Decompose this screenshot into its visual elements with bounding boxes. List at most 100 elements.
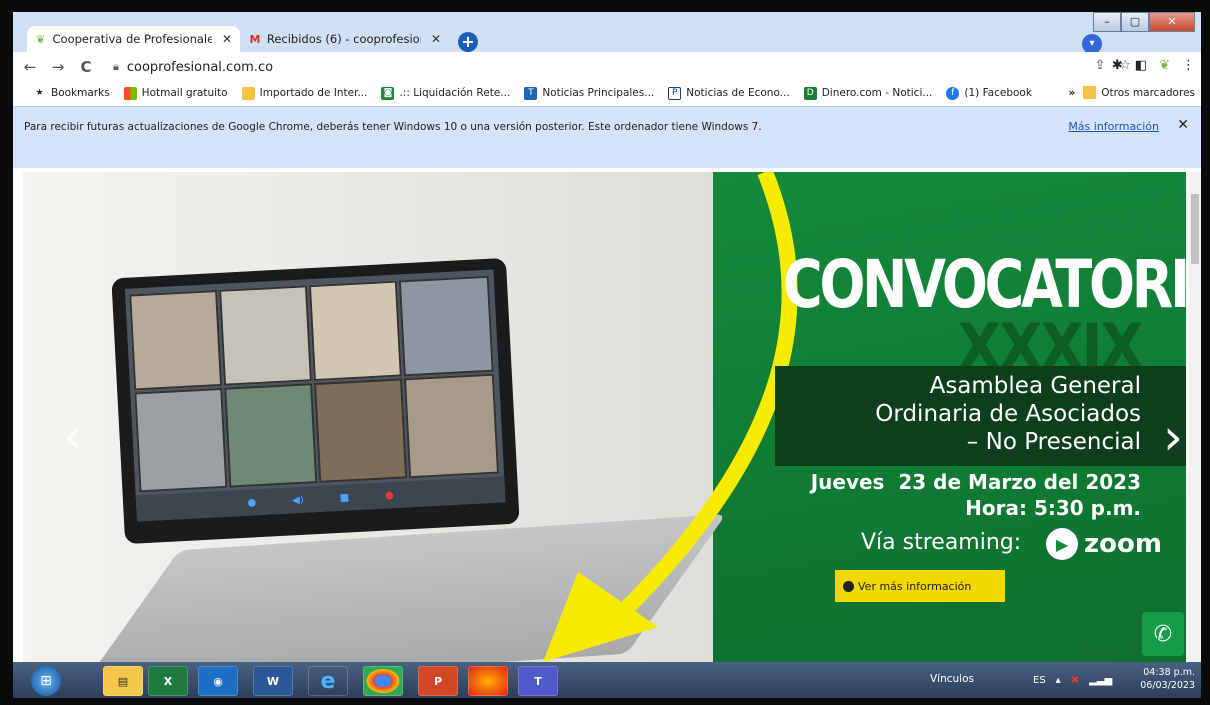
folder-icon <box>1083 86 1097 99</box>
window-controls: – ▢ ✕ <box>1093 12 1195 32</box>
signal-icon[interactable]: ▂▃▅ <box>1089 675 1112 686</box>
extensions-puzzle-icon[interactable]: ✱ <box>1112 58 1123 73</box>
bookmark-dinero[interactable]: D Dinero.com - Notici... <box>803 86 933 100</box>
network-warning-icon[interactable]: ✖ <box>1071 675 1079 686</box>
reload-icon[interactable]: C <box>75 58 97 76</box>
streaming-label: Vía streaming: <box>861 530 1022 555</box>
forward-icon[interactable]: → <box>47 58 69 76</box>
tab-gmail[interactable]: M Recibidos (6) - cooprofesional@ ✕ <box>241 26 449 52</box>
zoom-camera-icon: ▶ <box>1046 528 1078 560</box>
infobar-close-icon[interactable]: ✕ <box>1177 117 1189 133</box>
profile-icon[interactable]: ❦ <box>1159 58 1170 73</box>
p-icon: P <box>668 86 682 100</box>
close-tab-icon[interactable]: ✕ <box>431 32 441 46</box>
bookmark-label: Bookmarks <box>51 87 110 99</box>
page-scrollbar[interactable] <box>1189 172 1201 662</box>
bookmark-noticias-economia[interactable]: P Noticias de Econo... <box>668 86 790 100</box>
tab-strip: ❦ Cooperativa de Profesionales y Té ✕ M … <box>13 12 1201 54</box>
infobar-message: Para recibir futuras actualizaciones de … <box>24 121 762 133</box>
links-toolbar-label[interactable]: Vínculos <box>930 673 974 685</box>
maximize-button[interactable]: ▢ <box>1121 12 1149 32</box>
tab-label: Recibidos (6) - cooprofesional@ <box>266 32 421 46</box>
toolbar: ← → C 🔒︎ cooprofesional.com.co ⇪ ☆ ✱ ◧ ❦… <box>13 52 1201 82</box>
event-time: Hora: 5:30 p.m. <box>965 496 1141 520</box>
bookmark-label: Dinero.com - Notici... <box>821 87 933 99</box>
close-window-button[interactable]: ✕ <box>1149 12 1195 32</box>
back-icon[interactable]: ← <box>19 58 41 76</box>
word-icon[interactable]: W <box>253 666 293 696</box>
taskbar-clock[interactable]: 04:38 p.m. 06/03/2023 <box>1140 666 1195 692</box>
bookmarks-bar: ★ Bookmarks Hotmail gratuito Importado de… <box>13 82 1201 104</box>
tab-label: Cooperativa de Profesionales y Té <box>52 32 212 46</box>
zoom-logo: ▶ zoom <box>1046 528 1162 560</box>
event-date: Jueves 23 de Marzo del 2023 <box>810 470 1141 494</box>
tab-cooperativa[interactable]: ❦ Cooperativa de Profesionales y Té ✕ <box>27 26 240 52</box>
clock-date: 06/03/2023 <box>1140 680 1195 691</box>
whatsapp-icon[interactable]: ✆ <box>1142 612 1184 656</box>
firefox-icon[interactable] <box>468 666 508 696</box>
browser-window: ❦ Cooperativa de Profesionales y Té ✕ M … <box>13 12 1201 698</box>
carousel-prev-icon[interactable]: ‹ <box>63 407 83 465</box>
powerpoint-icon[interactable]: P <box>418 666 458 696</box>
zoom-wordmark: zoom <box>1084 529 1162 559</box>
other-bookmarks[interactable]: Otros marcadores <box>1101 87 1195 99</box>
screenshot-frame: ❦ Cooperativa de Profesionales y Té ✕ M … <box>0 0 1210 705</box>
gmail-favicon-icon: M <box>249 32 261 46</box>
carousel-next-icon[interactable]: › <box>1163 408 1183 466</box>
folder-icon <box>241 86 255 100</box>
update-infobar: Para recibir futuras actualizaciones de … <box>13 106 1201 168</box>
more-info-button-label: Ver más información <box>858 579 972 593</box>
minimize-button[interactable]: – <box>1093 12 1121 32</box>
bookmark-label: Noticias de Econo... <box>686 87 790 99</box>
bookmark-label: .:: Liquidación Rete... <box>399 87 511 99</box>
share-icon[interactable]: ⇪ <box>1094 58 1105 73</box>
subtitle-line: Asamblea General <box>929 373 1141 399</box>
bookmark-label: Noticias Principales... <box>542 87 655 99</box>
clock-time: 04:38 p.m. <box>1143 667 1195 678</box>
tray-expand-icon[interactable]: ▴ <box>1056 675 1061 686</box>
explorer-icon[interactable]: ▤ <box>103 666 143 696</box>
bookmarks-overflow-button[interactable]: » <box>1068 87 1075 99</box>
media-player-icon[interactable]: ◉ <box>198 666 238 696</box>
address-bar[interactable]: 🔒︎ cooprofesional.com.co <box>113 56 1131 78</box>
close-tab-icon[interactable]: ✕ <box>222 32 232 46</box>
bookmark-liquidacion[interactable]: ◙ .:: Liquidación Rete... <box>381 86 511 100</box>
scrollbar-thumb[interactable] <box>1191 194 1199 264</box>
system-tray: ES ▴ ✖ ▂▃▅ <box>1033 662 1112 698</box>
star-icon: ★ <box>35 88 44 98</box>
bookmark-noticias-principales[interactable]: T Noticias Principales... <box>524 86 655 100</box>
news-icon: T <box>524 86 538 100</box>
subtitle-line: Ordinaria de Asociados <box>875 401 1141 427</box>
more-info-button[interactable]: Ver más información <box>835 570 1005 602</box>
language-indicator[interactable]: ES <box>1033 675 1046 686</box>
new-tab-button[interactable]: + <box>458 32 478 52</box>
subtitle-line: – No Presencial <box>966 429 1141 455</box>
bookmarks-right: » Otros marcadores <box>1068 86 1195 99</box>
kebab-menu-icon[interactable]: ⋮ <box>1182 58 1195 73</box>
hero-carousel: ● ◀) ■ ● ‹ CONVOCATORIA XXXIX Asamblea G… <box>23 172 1186 662</box>
bookmark-label: Hotmail gratuito <box>141 87 228 99</box>
bookmark-hotmail[interactable]: Hotmail gratuito <box>123 86 228 100</box>
bookmark-importado[interactable]: Importado de Inter... <box>241 86 368 100</box>
chevron-down-icon[interactable]: ▾ <box>1082 34 1102 54</box>
chrome-icon[interactable] <box>363 666 403 696</box>
bookmark-label: (1) Facebook <box>964 87 1032 99</box>
d-icon: D <box>803 86 817 100</box>
extensions-area: ✱ ◧ ❦ ⋮ <box>1112 58 1195 73</box>
qr-icon: ◙ <box>381 86 395 100</box>
banner-subtitle: Asamblea General Ordinaria de Asociados … <box>875 372 1141 456</box>
sidepanel-icon[interactable]: ◧ <box>1135 58 1147 73</box>
more-info-link[interactable]: Más información <box>1068 120 1159 133</box>
lock-icon[interactable]: 🔒︎ <box>113 60 119 74</box>
bookmark-bookmarks[interactable]: ★ Bookmarks <box>33 87 110 100</box>
ie-icon[interactable]: e <box>308 666 348 696</box>
chevron-circle-icon <box>843 580 854 592</box>
bookmark-label: Importado de Inter... <box>259 87 368 99</box>
excel-icon[interactable]: X <box>148 666 188 696</box>
teams-icon[interactable]: T <box>518 666 558 696</box>
start-button[interactable]: ⊞ <box>31 666 61 696</box>
facebook-icon: f <box>946 86 960 100</box>
windows-taskbar: ⊞ ▤ X ◉ W e P T Vínculos ES ▴ ✖ ▂▃▅ 04:3… <box>13 662 1201 698</box>
url-text: cooprofesional.com.co <box>126 59 274 75</box>
bookmark-facebook[interactable]: f (1) Facebook <box>946 86 1032 100</box>
